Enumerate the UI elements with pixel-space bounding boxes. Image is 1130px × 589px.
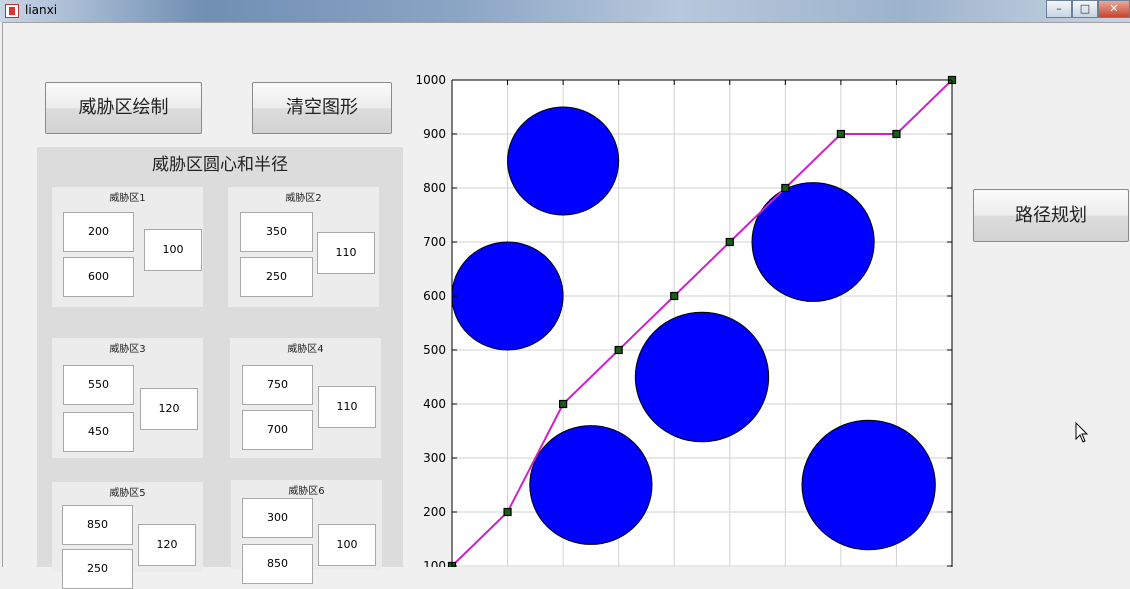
path-marker xyxy=(725,237,734,247)
threat-circle-5 xyxy=(801,419,936,551)
path-marker xyxy=(836,129,845,139)
plot-axes[interactable]: 100 200 300 400 500 600 700 800 900 1000 xyxy=(0,0,1130,567)
y-tick-label: 1000 xyxy=(415,73,446,87)
threat-circle-1 xyxy=(451,241,564,351)
path-marker xyxy=(559,399,568,409)
path-marker xyxy=(614,345,623,355)
y-tick-label: 800 xyxy=(423,181,446,195)
mouse-cursor-icon xyxy=(1075,422,1089,443)
y-tick-label: 500 xyxy=(423,343,446,357)
y-tick-label: 700 xyxy=(423,235,446,249)
threat-circle-3 xyxy=(634,311,770,443)
y-tick-label: 200 xyxy=(423,505,446,519)
path-marker xyxy=(892,129,901,139)
path-marker xyxy=(503,507,512,517)
y-tick-label: 400 xyxy=(423,397,446,411)
y-tick-label: 300 xyxy=(423,451,446,465)
threat-circle-6 xyxy=(507,106,620,216)
path-marker xyxy=(670,291,679,301)
threat-circle-4 xyxy=(751,182,875,302)
threat-circle-2 xyxy=(529,425,653,545)
y-tick-label: 600 xyxy=(423,289,446,303)
path-marker xyxy=(781,183,790,193)
y-tick-label: 900 xyxy=(423,127,446,141)
y-tick-label: 100 xyxy=(423,559,446,567)
